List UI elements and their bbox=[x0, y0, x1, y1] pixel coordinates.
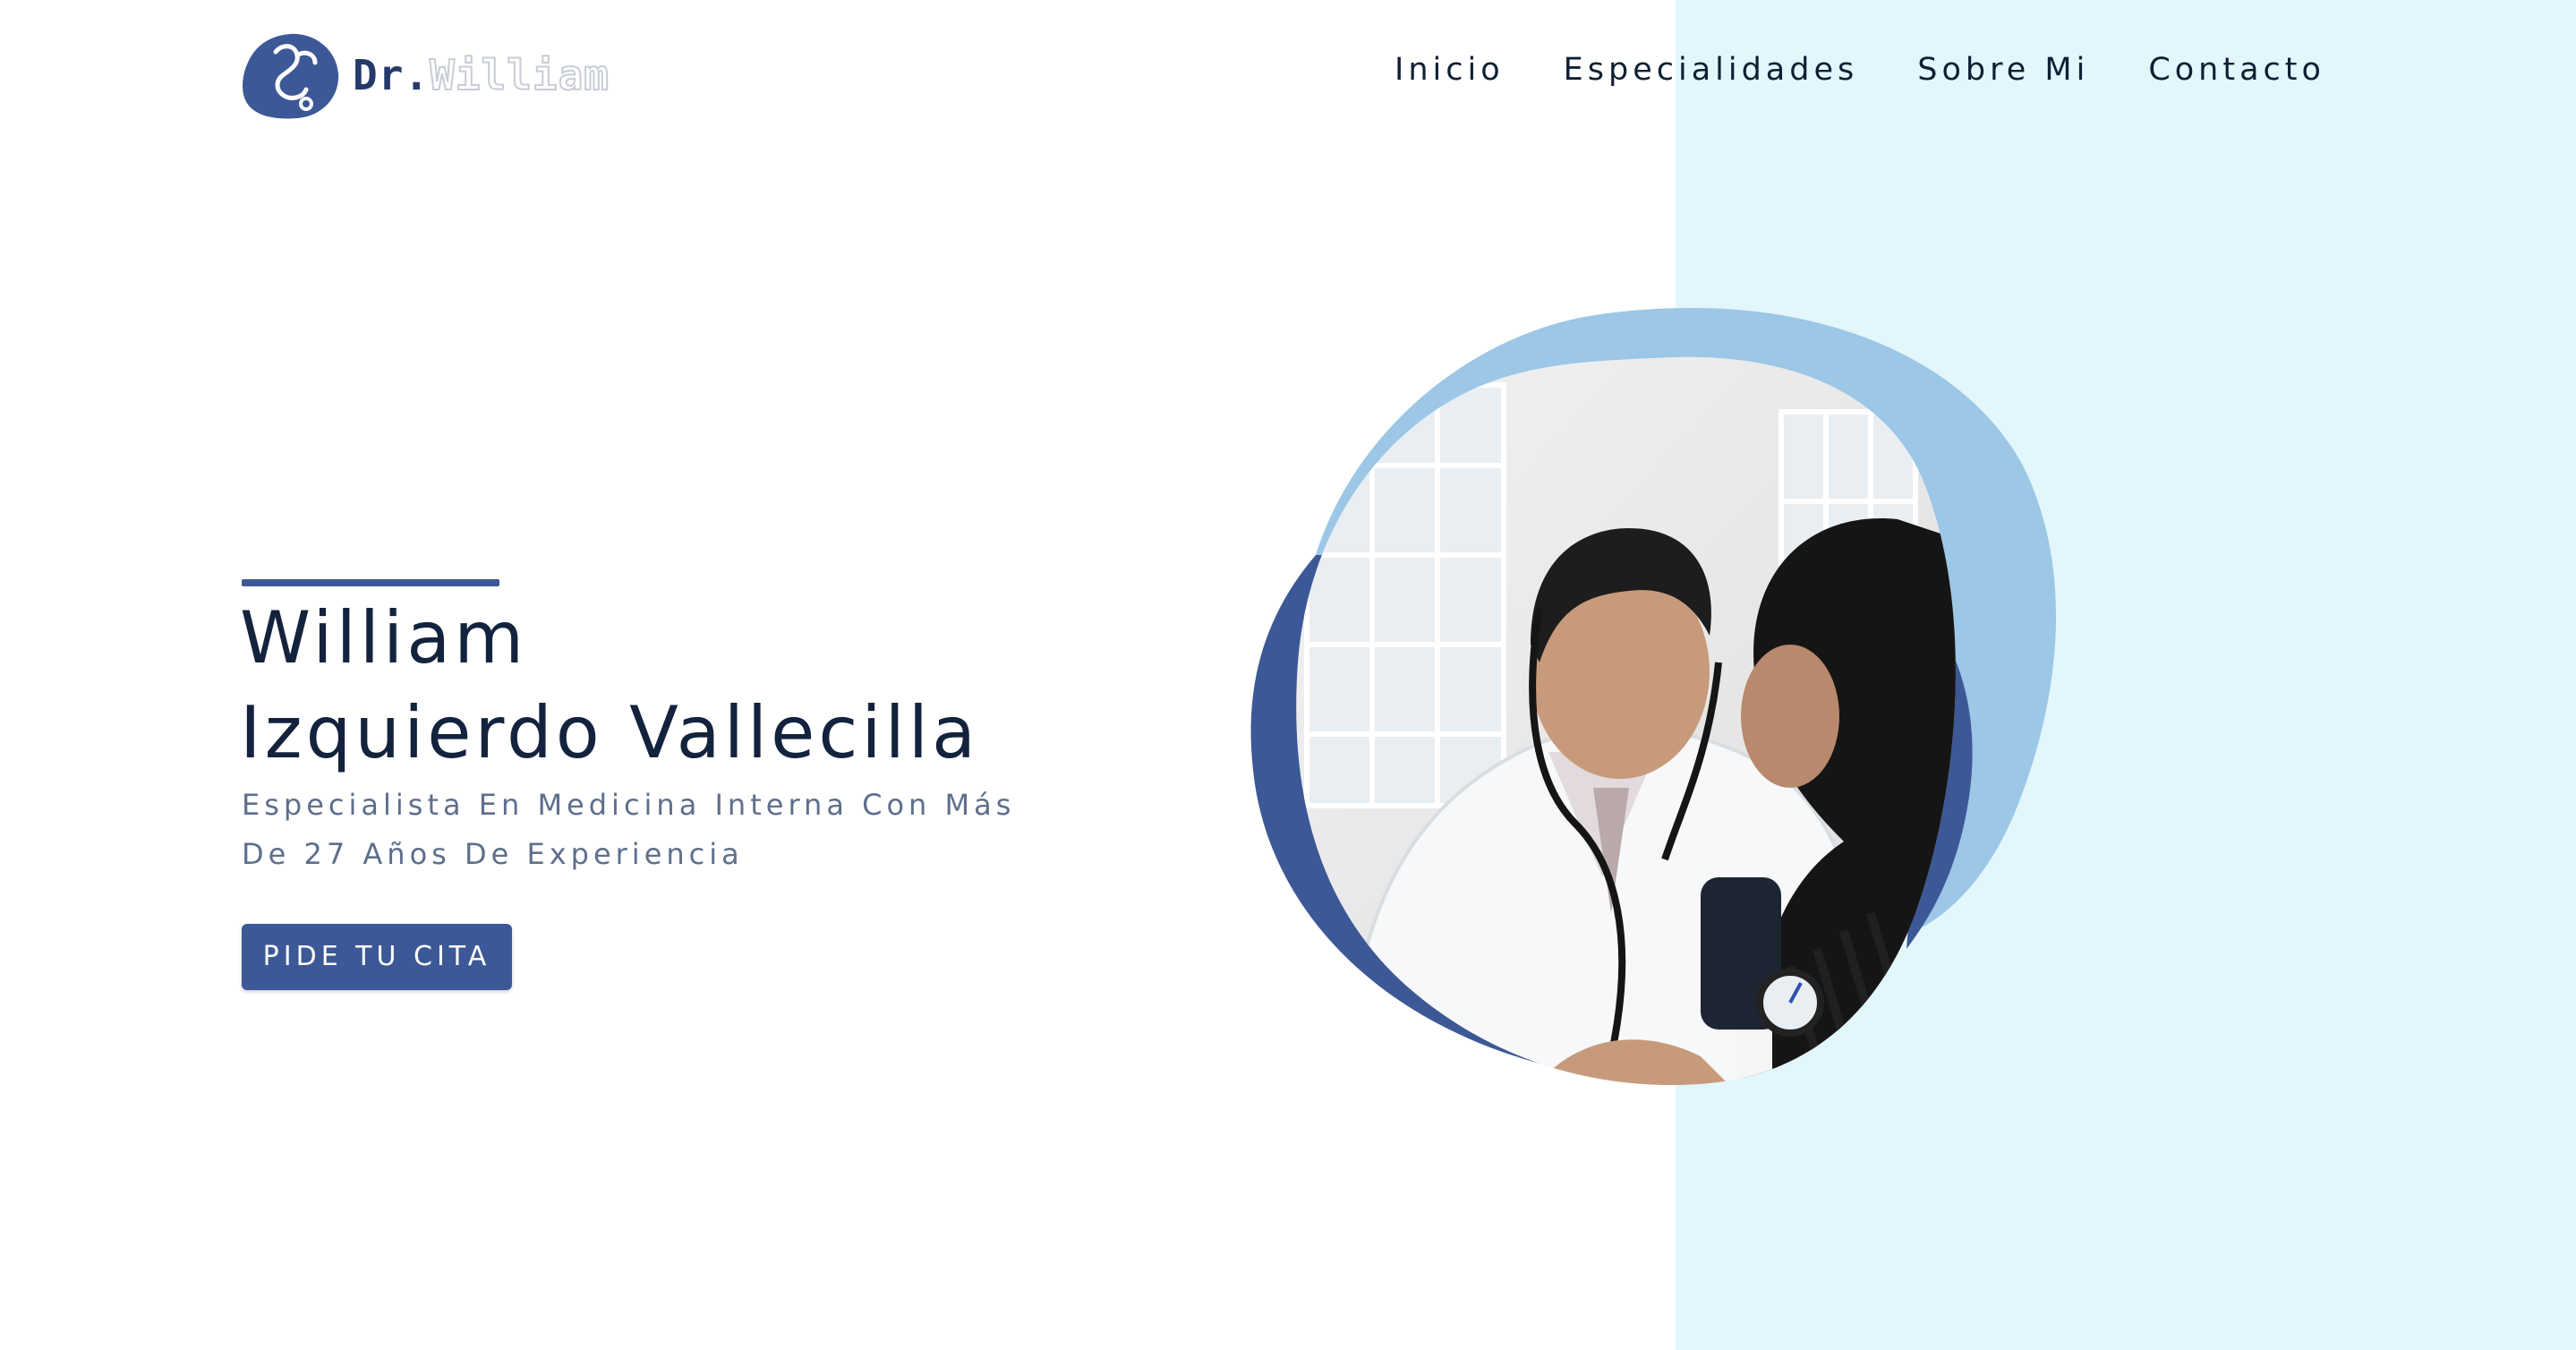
hero-title-line-2: Izquierdo Vallecilla bbox=[240, 691, 980, 774]
hero-subtitle-line-1: Especialista En Medicina Interna Con Más bbox=[242, 788, 1016, 822]
logo-wordmark: Dr.William bbox=[353, 50, 610, 100]
logo-prefix: Dr. bbox=[353, 51, 431, 99]
site-header: Dr.William Inicio Especialidades Sobre M… bbox=[0, 0, 2576, 143]
logo-link[interactable]: Dr.William bbox=[240, 30, 610, 120]
hero-subtitle: Especialista En Medicina Interna Con Más… bbox=[242, 781, 1015, 879]
nav-item-contacto[interactable]: Contacto bbox=[2148, 48, 2325, 91]
nav-item-inicio[interactable]: Inicio bbox=[1395, 48, 1505, 91]
title-accent-line bbox=[242, 579, 499, 586]
hero-image bbox=[1250, 308, 2057, 1086]
book-appointment-button[interactable]: PIDE TU CITA bbox=[242, 924, 512, 990]
stethoscope-head-icon bbox=[243, 33, 339, 119]
nav-item-sobre-mi[interactable]: Sobre Mi bbox=[1917, 48, 2089, 91]
logo-name: William bbox=[429, 50, 610, 100]
hero-subtitle-line-2: De 27 Años De Experiencia bbox=[242, 837, 744, 871]
hero-title: William Izquierdo Vallecilla bbox=[240, 591, 979, 781]
hero-title-line-1: William bbox=[240, 596, 528, 679]
main-nav: Inicio Especialidades Sobre Mi Contacto bbox=[1395, 48, 2325, 91]
nav-item-especialidades[interactable]: Especialidades bbox=[1564, 48, 1859, 91]
